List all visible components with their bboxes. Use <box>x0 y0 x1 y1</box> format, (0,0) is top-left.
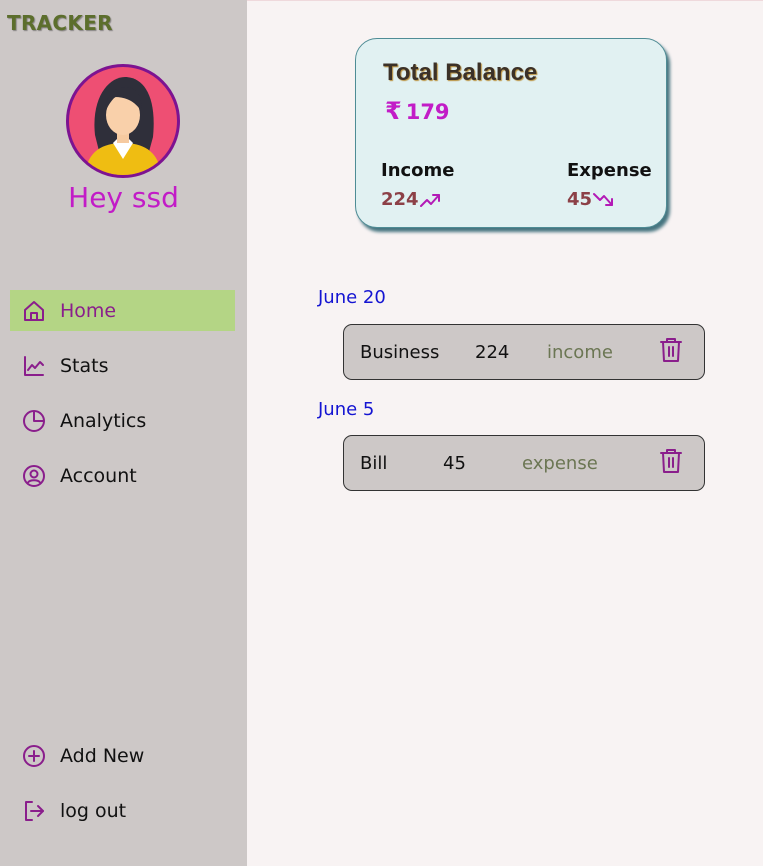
transaction-type: income <box>547 342 613 363</box>
expense-amount: 45 <box>567 189 593 210</box>
delete-button[interactable] <box>659 448 683 474</box>
greeting: Hey ssd <box>68 181 179 214</box>
home-icon <box>22 299 46 323</box>
income-amount: 224 <box>381 189 419 210</box>
app: TRACKER Hey ssd Home Stats Analytics Acc… <box>0 0 763 866</box>
expense-label: Expense <box>567 160 652 181</box>
nav-account[interactable]: Account <box>10 455 235 496</box>
transaction-date: June 20 <box>318 287 386 308</box>
pie-chart-icon <box>22 409 46 433</box>
nav-stats[interactable]: Stats <box>10 345 235 386</box>
balance-title: Total Balance <box>383 59 538 86</box>
sidebar: TRACKER Hey ssd Home Stats Analytics Acc… <box>0 0 247 866</box>
balance-card: Total Balance ₹179 Income 224 Expense 45 <box>355 38 667 228</box>
nav-stats-label: Stats <box>60 354 109 377</box>
trash-icon <box>660 449 682 473</box>
trending-up-icon <box>419 192 442 208</box>
nav-analytics[interactable]: Analytics <box>10 400 235 441</box>
nav-home[interactable]: Home <box>10 290 235 331</box>
avatar <box>66 64 180 178</box>
transaction-amount: 224 <box>475 342 510 363</box>
nav-account-label: Account <box>60 464 137 487</box>
delete-button[interactable] <box>659 337 683 363</box>
trash-icon <box>660 338 682 362</box>
nav-add-new-label: Add New <box>60 744 145 767</box>
nav-add-new[interactable]: Add New <box>10 735 235 776</box>
transaction-amount: 45 <box>443 453 466 474</box>
transaction-row: Bill 45 expense <box>343 435 705 491</box>
transaction-date: June 5 <box>318 399 375 420</box>
trending-down-icon <box>593 192 615 208</box>
user-circle-icon <box>22 464 46 488</box>
line-chart-icon <box>22 354 46 378</box>
transaction-type: expense <box>522 453 598 474</box>
income-value: 224 <box>381 189 442 210</box>
top-divider <box>247 0 763 1</box>
balance-total-value: 179 <box>405 100 450 124</box>
expense-value: 45 <box>567 189 615 210</box>
rupee-icon: ₹ <box>385 97 402 125</box>
nav-home-label: Home <box>60 299 117 322</box>
balance-total: ₹179 <box>385 97 450 125</box>
nav-analytics-label: Analytics <box>60 409 147 432</box>
nav-logout-label: log out <box>60 799 127 822</box>
plus-circle-icon <box>22 744 46 768</box>
transaction-name: Bill <box>360 453 388 474</box>
transaction-name: Business <box>360 342 440 363</box>
transaction-row: Business 224 income <box>343 324 705 380</box>
app-brand: TRACKER <box>7 11 113 35</box>
nav-logout[interactable]: log out <box>10 790 235 831</box>
logout-icon <box>22 799 46 823</box>
income-label: Income <box>381 160 455 181</box>
